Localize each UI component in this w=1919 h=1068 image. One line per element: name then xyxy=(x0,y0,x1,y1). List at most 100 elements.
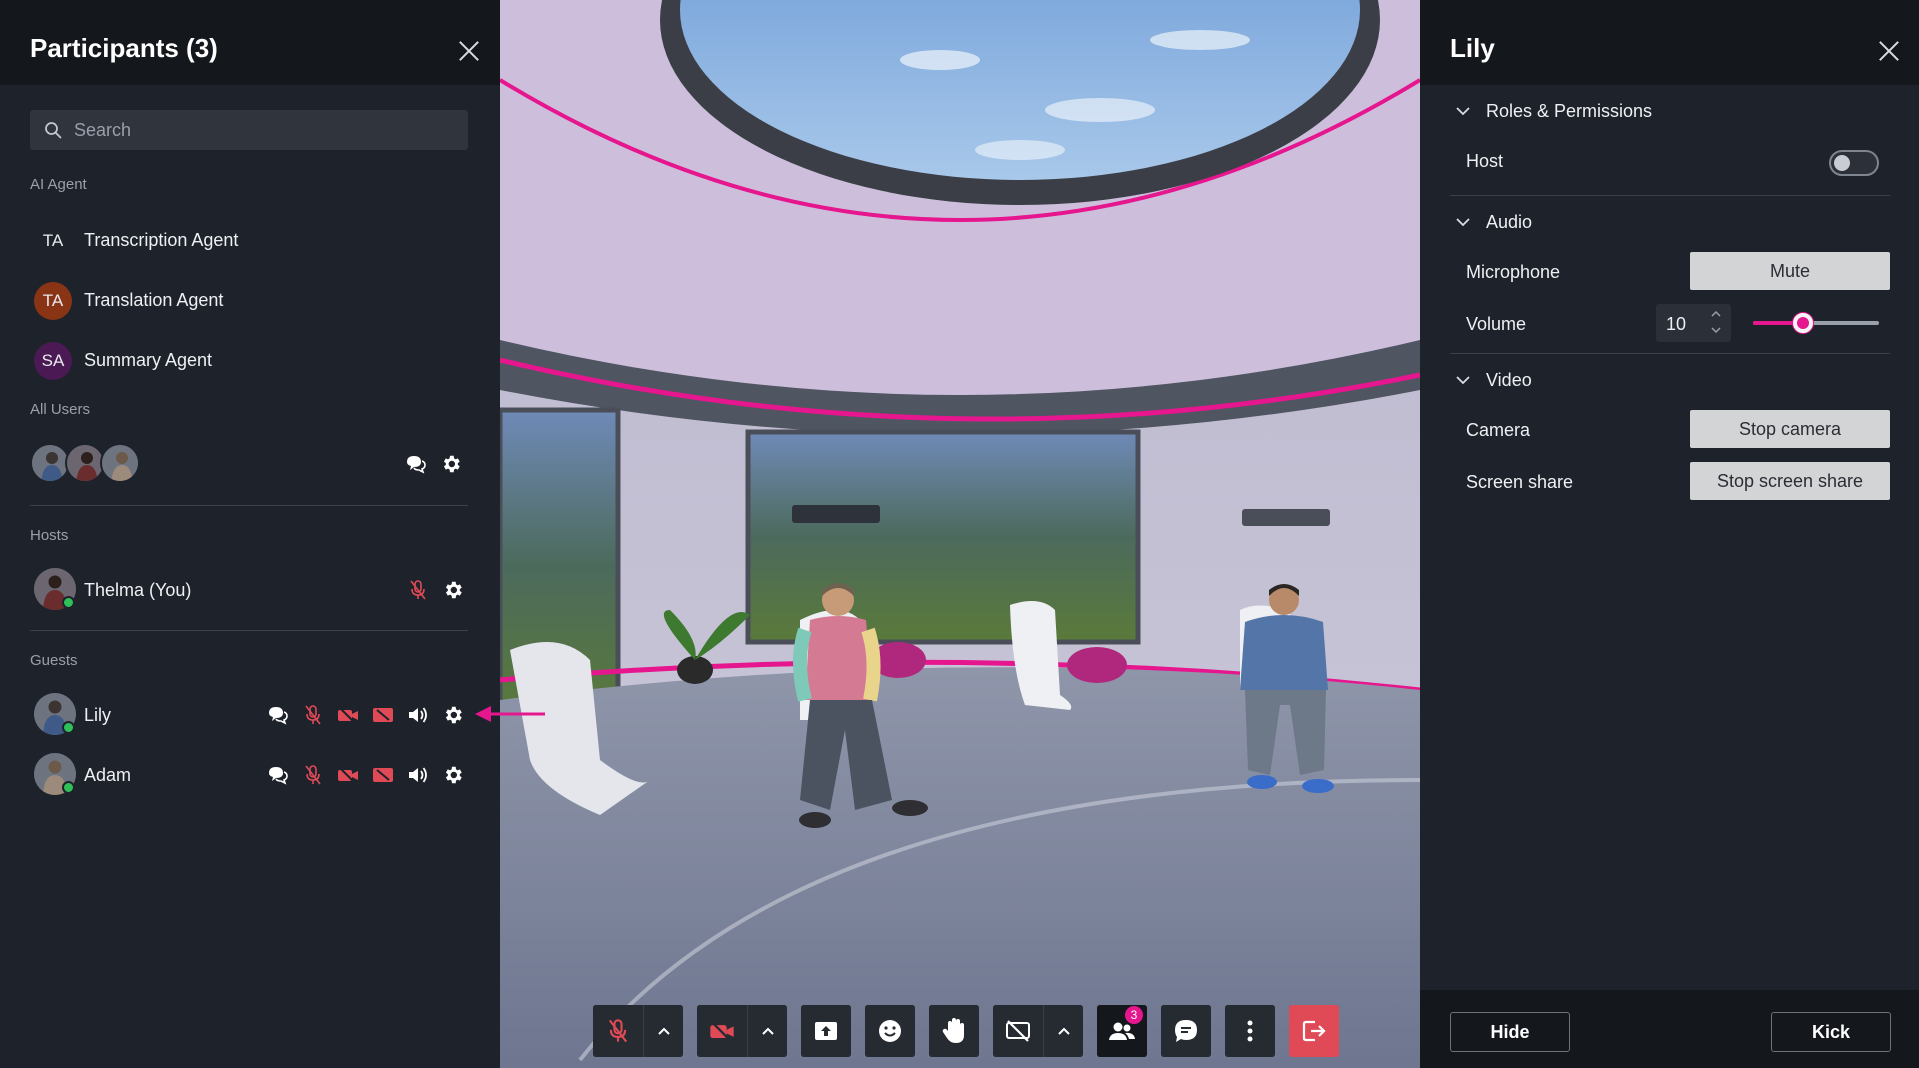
share-screen-group xyxy=(801,1005,851,1057)
chat-icon[interactable] xyxy=(260,701,295,729)
all-users-actions xyxy=(398,450,468,478)
detail-header: Lily xyxy=(1420,0,1919,85)
avatar xyxy=(30,443,70,483)
more-options-button[interactable] xyxy=(1225,1005,1275,1057)
room-3d-view xyxy=(500,0,1420,1068)
leave-group xyxy=(1289,1005,1339,1057)
close-icon[interactable] xyxy=(1878,40,1900,62)
stop-screen-share-button[interactable]: Stop screen share xyxy=(1690,462,1890,500)
host-toggle[interactable] xyxy=(1829,150,1879,176)
list-item-guest[interactable]: Adam xyxy=(30,751,470,801)
raise-hand-group xyxy=(929,1005,979,1057)
chat-icon xyxy=(1175,1020,1197,1042)
camera-label: Camera xyxy=(1466,420,1531,440)
list-item-guest[interactable]: Lily xyxy=(30,691,470,741)
mic-toggle-button[interactable] xyxy=(593,1005,643,1057)
close-icon[interactable] xyxy=(458,40,480,62)
virtual-room-scene[interactable] xyxy=(500,0,1420,1068)
search-box[interactable] xyxy=(30,110,468,150)
search-input[interactable] xyxy=(72,110,452,150)
agent-avatar: SA xyxy=(34,342,72,380)
screen-view-toggle-button[interactable] xyxy=(993,1005,1043,1057)
avatar xyxy=(65,443,105,483)
agent-name: Transcription Agent xyxy=(84,230,239,250)
mic-off-icon[interactable] xyxy=(295,761,330,789)
volume-stepper[interactable]: 10 xyxy=(1656,304,1731,342)
camera-toggle-button[interactable] xyxy=(697,1005,747,1057)
chat-button[interactable] xyxy=(1161,1005,1211,1057)
smile-icon xyxy=(879,1020,901,1042)
chat-icon[interactable] xyxy=(398,450,433,478)
mic-options-button[interactable] xyxy=(643,1005,683,1057)
guest-actions xyxy=(260,761,470,789)
detail-footer: Hide Kick xyxy=(1420,990,1919,1068)
chevron-up-icon xyxy=(657,1027,670,1035)
section-title: Audio xyxy=(1486,212,1533,232)
speaker-icon[interactable] xyxy=(400,701,435,729)
gear-icon[interactable] xyxy=(433,450,468,478)
audio-section-toggle[interactable]: Audio xyxy=(1450,209,1890,239)
camera-off-icon[interactable] xyxy=(330,701,365,729)
microphone-label: Microphone xyxy=(1466,262,1561,282)
more-vertical-icon xyxy=(1247,1020,1253,1042)
screen-off-icon xyxy=(1006,1020,1030,1042)
list-item-host[interactable]: Thelma (You) xyxy=(30,566,470,616)
agent-name: Translation Agent xyxy=(84,290,224,310)
screen-share-off-icon[interactable] xyxy=(365,701,400,729)
slider-thumb[interactable] xyxy=(1793,313,1814,333)
gear-icon[interactable] xyxy=(435,576,470,604)
video-section-toggle[interactable]: Video xyxy=(1450,367,1890,397)
stop-camera-button[interactable]: Stop camera xyxy=(1690,410,1890,448)
roles-section-toggle[interactable]: Roles & Permissions xyxy=(1450,98,1890,128)
hide-button[interactable]: Hide xyxy=(1450,1012,1570,1052)
online-status-dot xyxy=(62,721,75,734)
gear-icon[interactable] xyxy=(435,701,470,729)
kick-button[interactable]: Kick xyxy=(1771,1012,1891,1052)
agent-name: Summary Agent xyxy=(84,350,213,370)
share-screen-icon xyxy=(815,1022,837,1040)
speaker-icon[interactable] xyxy=(400,761,435,789)
participants-button[interactable]: 3 xyxy=(1097,1005,1147,1057)
chevron-down-icon xyxy=(1456,376,1470,385)
list-item-translation-agent[interactable]: TA Translation Agent xyxy=(30,276,470,324)
list-item-transcription-agent[interactable]: TA Transcription Agent xyxy=(30,216,470,264)
section-guests: Guests xyxy=(30,652,78,669)
more-group xyxy=(1225,1005,1275,1057)
chevron-up-icon[interactable] xyxy=(1709,308,1723,320)
meeting-control-bar: 3 xyxy=(593,1005,1339,1057)
chevron-down-icon xyxy=(1456,107,1470,116)
participant-detail-panel: Lily Roles & Permissions Host Audio Micr… xyxy=(1420,0,1919,1068)
camera-options-button[interactable] xyxy=(747,1005,787,1057)
mic-off-icon[interactable] xyxy=(400,576,435,604)
avatar xyxy=(100,443,140,483)
agent-avatar: TA xyxy=(34,282,72,320)
volume-value: 10 xyxy=(1666,314,1687,334)
raise-hand-button[interactable] xyxy=(929,1005,979,1057)
chevron-down-icon xyxy=(1456,218,1470,227)
leave-button[interactable] xyxy=(1289,1005,1339,1057)
camera-control-group xyxy=(697,1005,787,1057)
mute-button[interactable]: Mute xyxy=(1690,252,1890,290)
agent-avatar: TA xyxy=(42,231,64,250)
toggle-knob xyxy=(1834,155,1850,171)
volume-label: Volume xyxy=(1466,314,1527,334)
chevron-down-icon[interactable] xyxy=(1709,324,1723,336)
participants-panel: Participants (3) AI Agent TA Transcripti… xyxy=(0,0,500,1068)
mic-off-icon[interactable] xyxy=(295,701,330,729)
divider xyxy=(1450,353,1890,354)
gear-icon[interactable] xyxy=(435,761,470,789)
host-label: Host xyxy=(1466,151,1504,171)
detail-title: Lily xyxy=(1450,33,1495,63)
list-item-summary-agent[interactable]: SA Summary Agent xyxy=(30,336,470,384)
screen-share-off-icon[interactable] xyxy=(365,761,400,789)
chat-icon[interactable] xyxy=(260,761,295,789)
camera-off-icon[interactable] xyxy=(330,761,365,789)
screen-view-options-button[interactable] xyxy=(1043,1005,1083,1057)
section-title: Roles & Permissions xyxy=(1486,101,1653,121)
reactions-button[interactable] xyxy=(865,1005,915,1057)
share-screen-button[interactable] xyxy=(801,1005,851,1057)
section-title: Video xyxy=(1486,370,1532,390)
chevron-up-icon xyxy=(1057,1027,1070,1035)
section-ai-agent: AI Agent xyxy=(30,176,87,193)
volume-slider[interactable] xyxy=(1753,313,1879,333)
